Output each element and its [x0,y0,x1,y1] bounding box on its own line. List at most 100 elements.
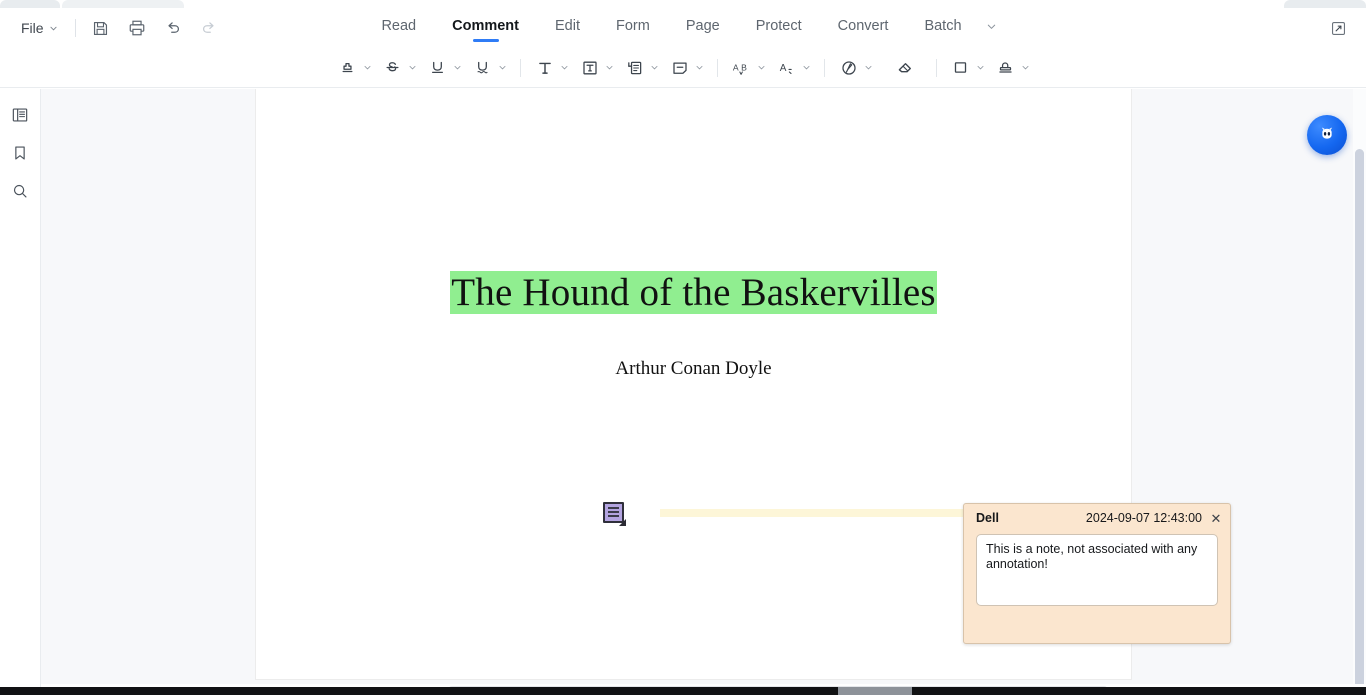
save-icon [94,21,108,35]
comment-toolbar: A B A [0,48,1366,88]
tab-label: Form [616,18,650,34]
tab-form[interactable]: Form [598,12,668,44]
tab-page[interactable]: Page [668,12,738,44]
file-menu-button[interactable]: File [16,17,63,39]
svg-text:A: A [732,62,738,72]
document-tab-active[interactable] [62,0,184,8]
underline-tool[interactable] [422,53,467,83]
chevron-down-icon[interactable] [498,63,510,72]
undo-icon [167,22,179,33]
document-viewer[interactable]: The Hound of the Baskervilles Arthur Con… [41,89,1366,695]
tab-convert[interactable]: Convert [820,12,907,44]
svg-text:B: B [741,62,747,72]
chevron-down-icon[interactable] [408,63,420,72]
chevron-down-icon[interactable] [864,63,876,72]
sticky-note-marker[interactable] [603,502,626,526]
vertical-scrollbar[interactable] [1355,149,1364,689]
ai-assistant-button[interactable] [1307,115,1347,155]
window-bottom-edge [0,687,1366,695]
close-icon[interactable]: ✕ [1208,510,1224,526]
tab-read[interactable]: Read [363,12,434,44]
chevron-down-icon[interactable] [560,63,572,72]
expand-window-button[interactable] [1326,16,1350,40]
external-link-icon [1331,21,1345,35]
chevron-down-icon[interactable] [757,63,769,72]
window-tab-strip [0,0,1366,8]
text-tool[interactable] [529,53,574,83]
note-connector-line [660,509,1015,517]
tab-label: Read [381,18,417,34]
note-text-field[interactable]: This is a note, not associated with any … [976,534,1218,606]
note-popup[interactable]: Dell 2024-09-07 12:43:00 ✕ This is a not… [963,503,1231,644]
tab-comment[interactable]: Comment [434,12,537,44]
eraser-icon [892,55,920,81]
toolbar-separator [935,58,937,77]
quick-actions [88,15,222,41]
toolbar-separator [519,58,521,77]
toolbar-separator [823,58,825,77]
ai-robot-icon [1321,127,1333,139]
sidebar-item-bookmarks[interactable] [6,139,34,167]
tab-label: Comment [452,18,519,34]
toolbar-separator [716,58,718,77]
chevron-down-icon[interactable] [802,63,814,72]
print-button[interactable] [124,15,150,41]
underline-icon [424,55,452,81]
document-title: The Hound of the Baskervilles [256,270,1131,315]
note-timestamp: 2024-09-07 12:43:00 [1085,511,1202,525]
highlighted-title-text: The Hound of the Baskervilles [450,271,937,314]
tab-batch[interactable]: Batch [906,12,979,44]
pdf-reader-window: File Read Comment Edit Form Page Protect… [0,0,1366,695]
callout-icon [621,55,649,81]
left-sidebar [0,89,41,695]
tab-protect[interactable]: Protect [738,12,820,44]
sticky-note-icon [666,55,694,81]
chevron-down-icon[interactable] [1021,63,1033,72]
note-tool[interactable] [664,53,709,83]
print-icon [129,20,144,36]
body-area: The Hound of the Baskervilles Arthur Con… [0,89,1366,695]
chevron-down-icon[interactable] [363,63,375,72]
chevron-down-icon[interactable] [976,63,988,72]
replace-text-icon: A [773,55,801,81]
ribbon-more-button[interactable] [980,15,1003,42]
bookmark-icon [15,146,25,160]
text-icon [531,55,559,81]
text-box-tool[interactable] [574,53,619,83]
svg-text:A: A [779,63,786,74]
strikethrough-tool[interactable] [377,53,422,83]
undo-button[interactable] [160,15,186,41]
squiggly-underline-tool[interactable] [467,53,512,83]
page-thumbnails-icon [12,108,28,122]
tab-label: Batch [924,18,962,34]
document-page: The Hound of the Baskervilles Arthur Con… [256,89,1231,679]
redo-button[interactable] [196,15,222,41]
chevron-down-icon[interactable] [695,63,707,72]
sidebar-item-thumbnails[interactable] [6,101,34,129]
chevron-down-icon[interactable] [453,63,465,72]
text-box-icon [576,55,604,81]
search-icon [13,184,27,198]
tab-label: Page [685,18,720,34]
eraser-tool[interactable] [890,53,922,83]
stamp-tool[interactable] [990,53,1035,83]
replace-text-tool[interactable]: A [771,53,816,83]
highlighter-icon [334,55,362,81]
save-button[interactable] [88,15,114,41]
document-author: Arthur Conan Doyle [615,358,772,379]
redo-icon [202,22,214,33]
chevron-down-icon[interactable] [650,63,662,72]
callout-tool[interactable] [619,53,664,83]
tab-edit[interactable]: Edit [537,12,598,44]
toolbar-divider [74,19,76,37]
stamp-icon [992,55,1020,81]
document-tab[interactable] [0,0,60,8]
shape-tool[interactable] [945,53,990,83]
sidebar-item-search[interactable] [6,177,34,205]
highlight-tool[interactable] [332,53,377,83]
window-controls-area[interactable] [1284,0,1366,8]
tab-label: Protect [755,18,802,34]
chevron-down-icon[interactable] [605,63,617,72]
insert-text-tool[interactable]: A B [726,53,771,83]
pencil-tool[interactable] [833,53,878,83]
